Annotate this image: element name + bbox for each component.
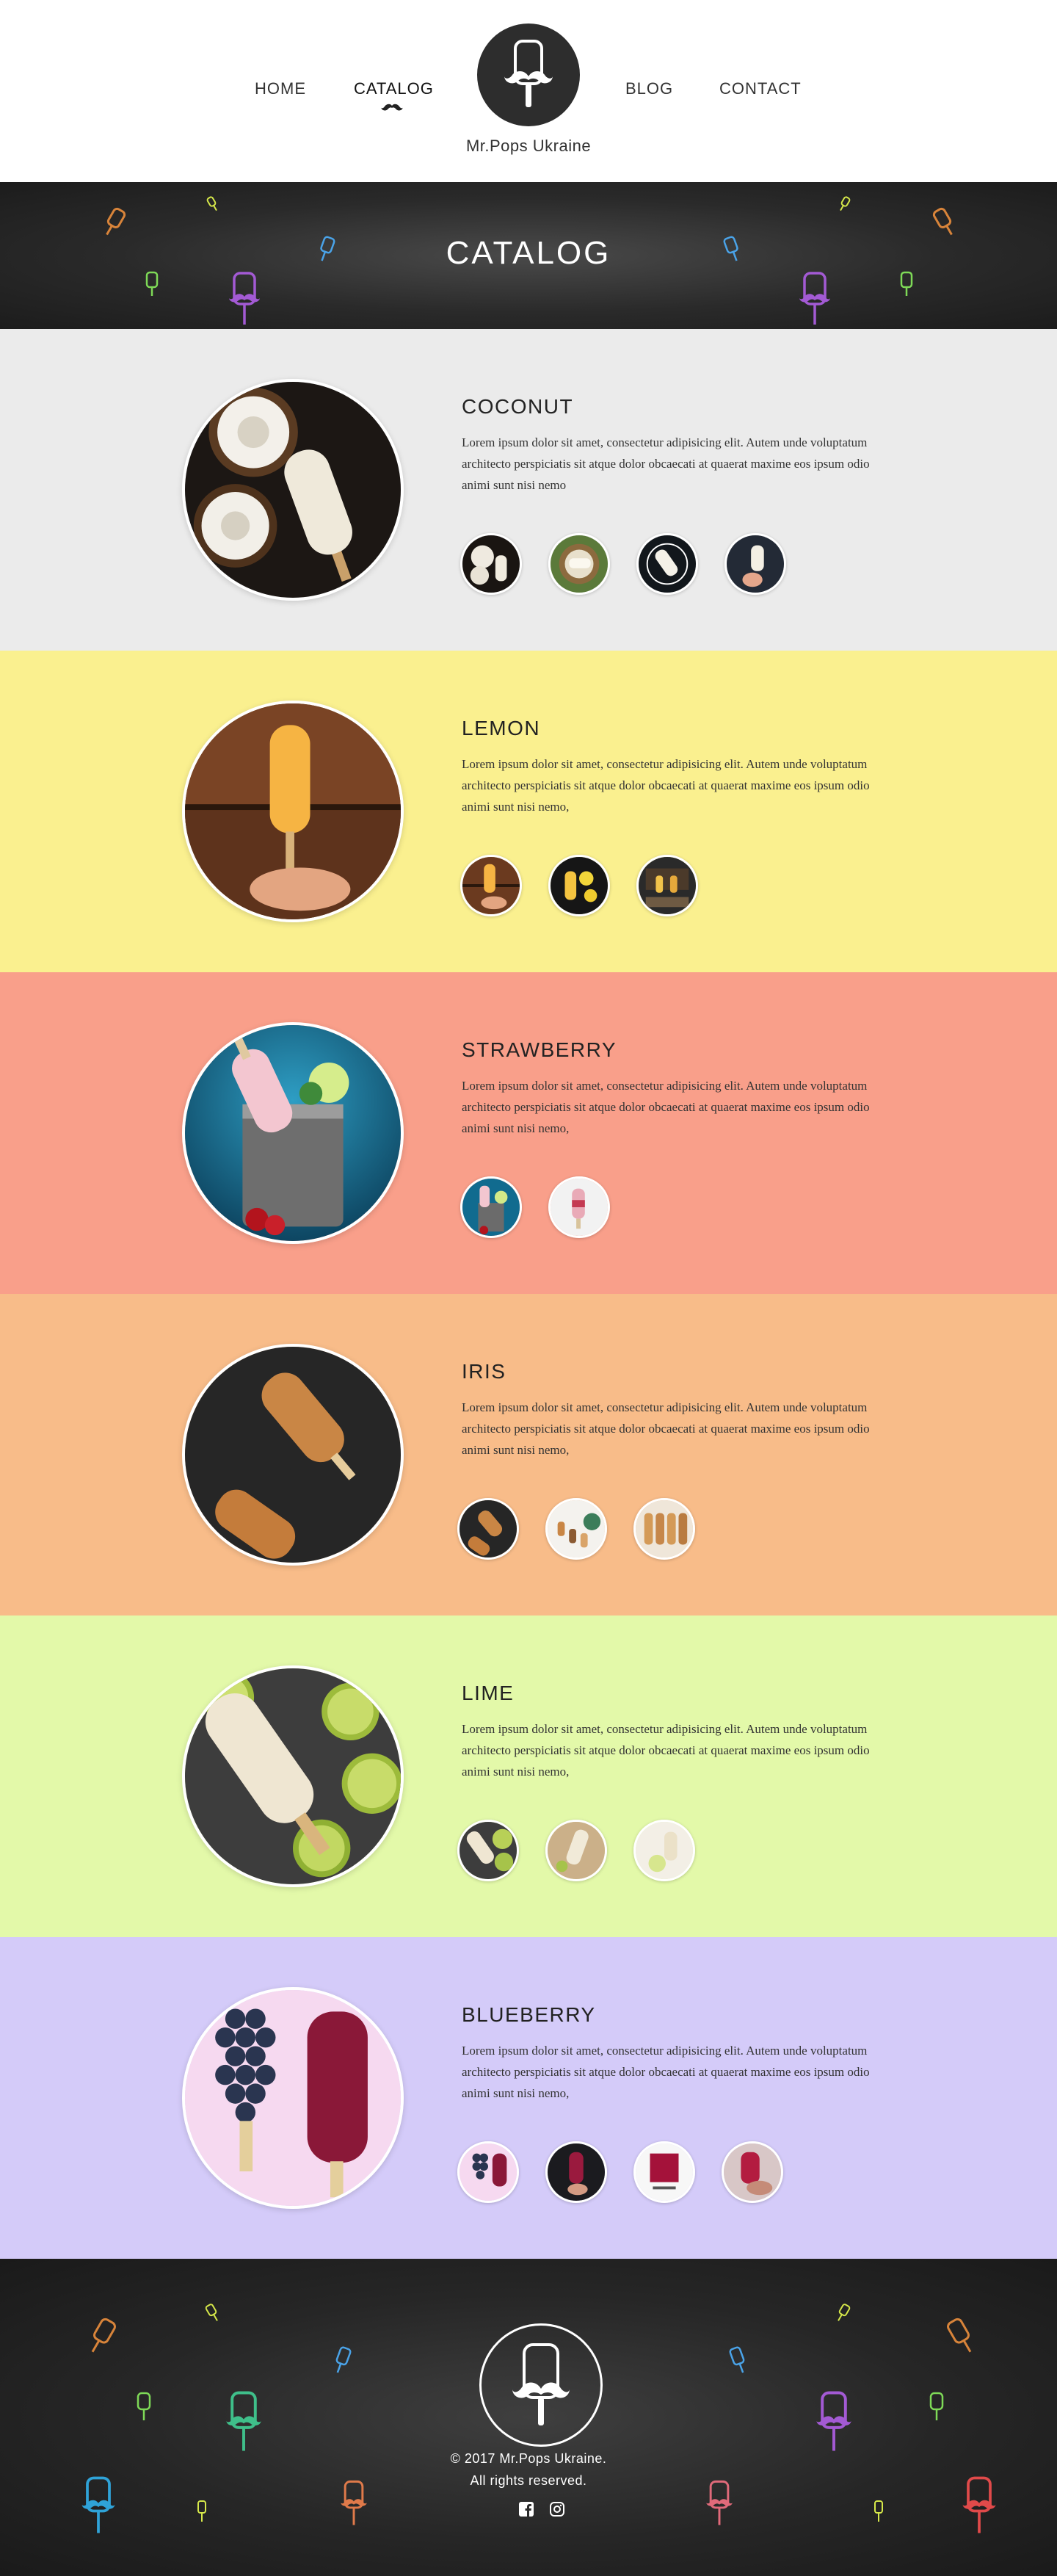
popsicle-icon xyxy=(729,2346,745,2373)
gallery-thumbnail[interactable] xyxy=(633,1498,695,1560)
gallery-thumbnail[interactable] xyxy=(633,1820,695,1881)
popsicle-icon xyxy=(962,2476,996,2533)
logo[interactable] xyxy=(477,23,580,126)
product-strawberry: STRAWBERRY Lorem ipsum dolor sit amet, c… xyxy=(0,972,1057,1294)
gallery-thumbnail[interactable] xyxy=(548,855,610,916)
nav-home[interactable]: HOME xyxy=(255,79,306,98)
product-iris: IRIS Lorem ipsum dolor sit amet, consect… xyxy=(0,1294,1057,1616)
popsicle-icon xyxy=(706,2480,733,2525)
product-description: Lorem ipsum dolor sit amet, consectetur … xyxy=(462,1079,870,1135)
rights-text: All rights reserved. xyxy=(470,2473,587,2488)
product-blueberry: BLUEBERRY Lorem ipsum dolor sit amet, co… xyxy=(0,1937,1057,2259)
nav-contact[interactable]: CONTACT xyxy=(719,79,802,98)
popsicle-icon xyxy=(229,272,260,325)
product-description: Lorem ipsum dolor sit amet, consectetur … xyxy=(462,435,870,492)
gallery-thumbnail[interactable] xyxy=(722,2141,783,2203)
product-title: IRIS xyxy=(462,1360,506,1383)
brand-name: Mr.Pops Ukraine xyxy=(465,137,592,155)
popsicle-icon xyxy=(816,2391,851,2451)
site-footer: © 2017 Mr.Pops Ukraine. All rights reser… xyxy=(0,2259,1057,2576)
product-title: LIME xyxy=(462,1682,515,1704)
popsicle-mustache-icon xyxy=(512,2343,570,2425)
popsicle-icon xyxy=(874,2500,883,2522)
gallery-thumbnail[interactable] xyxy=(545,2141,607,2203)
gallery-thumbnail[interactable] xyxy=(460,1176,522,1238)
gallery-thumbnail[interactable] xyxy=(545,1820,607,1881)
product-coconut: COCONUT Lorem ipsum dolor sit amet, cons… xyxy=(0,329,1057,651)
popsicle-icon xyxy=(838,2304,851,2321)
popsicle-icon xyxy=(205,2304,218,2321)
lime-main-image[interactable] xyxy=(182,1665,404,1887)
product-description: Lorem ipsum dolor sit amet, consectetur … xyxy=(462,2044,870,2100)
popsicle-icon xyxy=(840,196,851,211)
popsicle-icon xyxy=(197,2500,206,2522)
gallery-thumbnail[interactable] xyxy=(548,533,610,595)
popsicle-icon xyxy=(145,271,159,296)
mustache-icon xyxy=(381,104,403,111)
product-description: Lorem ipsum dolor sit amet, consectetur … xyxy=(462,1400,870,1457)
gallery-thumbnail[interactable] xyxy=(636,533,698,595)
gallery-thumbnail[interactable] xyxy=(457,2141,519,2203)
product-description: Lorem ipsum dolor sit amet, consectetur … xyxy=(462,1722,870,1779)
coconut-main-image[interactable] xyxy=(182,379,404,601)
gallery-thumbnail[interactable] xyxy=(724,533,786,595)
copyright-text: © 2017 Mr.Pops Ukraine. xyxy=(450,2451,607,2466)
popsicle-icon xyxy=(335,2346,352,2373)
popsicle-icon xyxy=(799,272,830,325)
product-title: BLUEBERRY xyxy=(462,2003,596,2026)
popsicle-icon xyxy=(929,2392,944,2420)
gallery-thumbnail[interactable] xyxy=(548,1176,610,1238)
lemon-main-image[interactable] xyxy=(182,701,404,922)
popsicle-icon xyxy=(226,2391,261,2451)
gallery-thumbnail[interactable] xyxy=(545,1498,607,1560)
instagram-icon[interactable] xyxy=(549,2501,565,2517)
strawberry-main-image[interactable] xyxy=(182,1022,404,1244)
footer-logo[interactable] xyxy=(479,2323,603,2447)
catalog-banner: CATALOG xyxy=(0,182,1057,329)
popsicle-icon xyxy=(900,271,913,296)
popsicle-icon xyxy=(137,2392,151,2420)
product-description: Lorem ipsum dolor sit amet, consectetur … xyxy=(462,757,870,814)
gallery-thumbnail[interactable] xyxy=(633,2141,695,2203)
site-header: HOME CATALOG BLOG CONTACT Mr.Pops Ukrain… xyxy=(0,0,1057,182)
product-lime: LIME Lorem ipsum dolor sit amet, consect… xyxy=(0,1616,1057,1937)
nav-catalog[interactable]: CATALOG xyxy=(354,79,434,98)
product-lemon: LEMON Lorem ipsum dolor sit amet, consec… xyxy=(0,651,1057,972)
product-title: COCONUT xyxy=(462,395,574,418)
popsicle-icon xyxy=(91,2318,116,2353)
gallery-thumbnail[interactable] xyxy=(457,1498,519,1560)
product-title: STRAWBERRY xyxy=(462,1038,617,1061)
nav-blog[interactable]: BLOG xyxy=(625,79,673,98)
popsicle-mustache-icon xyxy=(504,40,553,107)
blueberry-main-image[interactable] xyxy=(182,1987,404,2209)
popsicle-icon xyxy=(947,2318,972,2353)
gallery-thumbnail[interactable] xyxy=(636,855,698,916)
popsicle-icon xyxy=(723,236,738,261)
iris-main-image[interactable] xyxy=(182,1344,404,1566)
facebook-icon[interactable] xyxy=(518,2501,534,2517)
page-title: CATALOG xyxy=(446,235,611,271)
popsicle-icon xyxy=(206,196,217,211)
gallery-thumbnail[interactable] xyxy=(460,533,522,595)
gallery-thumbnail[interactable] xyxy=(457,1820,519,1881)
popsicle-icon xyxy=(932,207,953,236)
product-title: LEMON xyxy=(462,717,541,739)
gallery-thumbnail[interactable] xyxy=(460,855,522,916)
